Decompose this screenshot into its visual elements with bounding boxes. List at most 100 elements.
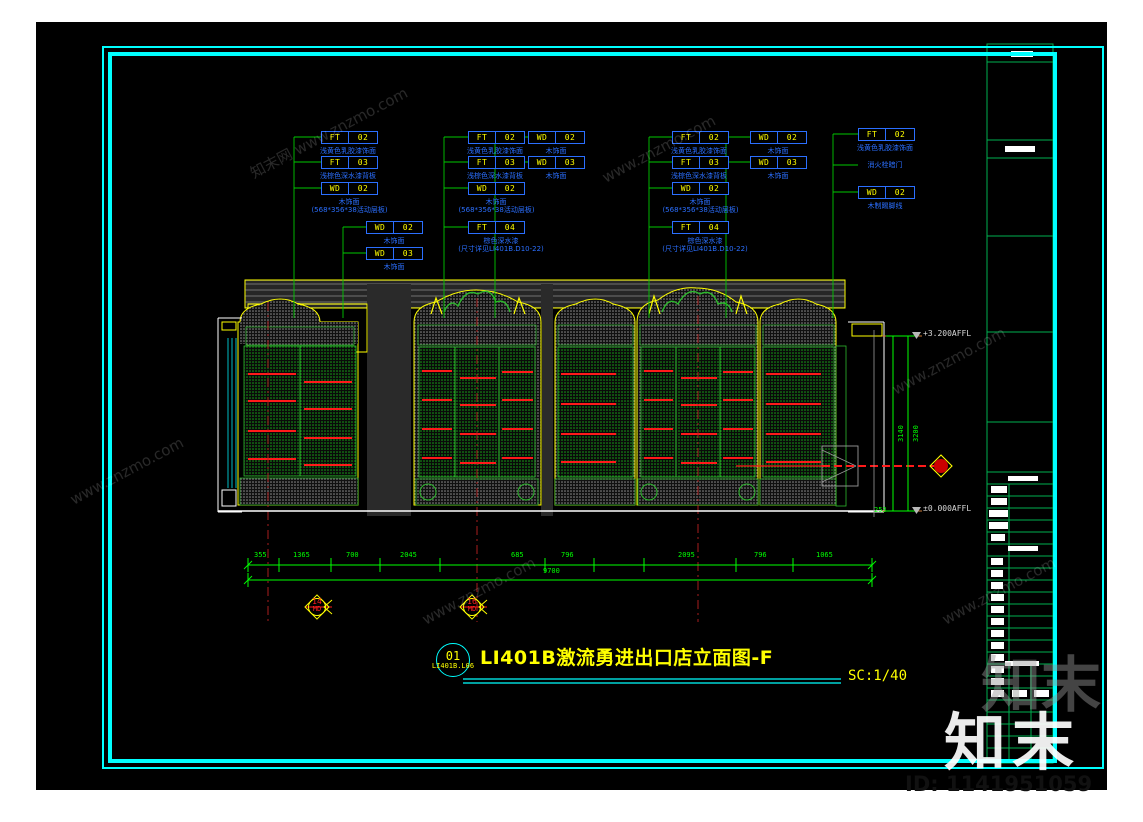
level-label: ±0.000AFFL [923, 504, 972, 513]
tag-note-sub: (尺寸详见LI401B.D10-22) [458, 245, 544, 253]
material-tag[interactable]: WD 03 [528, 156, 585, 169]
tag-note: 木饰面 [338, 198, 360, 206]
material-tag[interactable]: WD 02 [672, 182, 729, 195]
tag-note: 浅黄色乳胶漆饰面 [857, 144, 913, 152]
tag-note: 浅黄色乳胶漆饰面 [671, 147, 727, 155]
dimension-small: 253 [874, 506, 887, 514]
detail-bubble[interactable]: 01 LI401B.L06 [432, 643, 474, 677]
tag-note: 木饰面 [689, 198, 711, 206]
tag-number: 03 [402, 249, 414, 258]
tag-code: WD [367, 222, 394, 233]
tag-code: WD [529, 157, 556, 168]
dimension-value: 1065 [816, 551, 833, 559]
material-tag[interactable]: FT 02 [858, 128, 915, 141]
tag-note: 木制踢脚线 [867, 202, 903, 210]
dimension-value: 1365 [293, 551, 310, 559]
tag-number: 02 [357, 133, 369, 142]
dimension-value: 700 [346, 551, 359, 559]
tag-note: 木饰面 [767, 147, 789, 155]
material-tag[interactable]: WD 02 [468, 182, 525, 195]
scale-label: SC:1/40 [848, 668, 908, 684]
material-tag[interactable]: FT 04 [468, 221, 525, 234]
cad-screenshot: FT 02 浅黄色乳胶漆饰面 FT 03 浅棕色深水漆背板 WD 02 木饰面 … [0, 0, 1143, 822]
tag-number: 04 [708, 223, 720, 232]
tag-number: 02 [564, 133, 576, 142]
detail-number: 01 [445, 649, 461, 663]
material-tag[interactable]: WD 02 [750, 131, 807, 144]
tag-note-sub: (568*356*38活动层板) [458, 206, 535, 214]
dimension-value: 796 [561, 551, 574, 559]
dimension-value: 355 [254, 551, 267, 559]
detail-sheet: LI401B.L06 [431, 662, 475, 670]
tag-number: 03 [357, 158, 369, 167]
tag-note: 木饰面 [767, 172, 789, 180]
material-tag[interactable]: WD 02 [321, 182, 378, 195]
section-marker-sheet: MD [467, 605, 477, 613]
material-tag[interactable]: WD 03 [750, 156, 807, 169]
dimension-vertical: 3200 [912, 425, 920, 442]
tag-note: 木饰面 [383, 263, 405, 271]
material-tag[interactable]: FT 02 [468, 131, 525, 144]
tag-code: FT [673, 222, 700, 233]
tag-number: 02 [708, 133, 720, 142]
tag-note: 木饰面 [383, 237, 405, 245]
material-tag[interactable]: WD 02 [528, 131, 585, 144]
material-tag[interactable]: WD 03 [366, 247, 423, 260]
tag-note: 浅棕色深水漆背板 [671, 172, 727, 180]
material-tag[interactable]: WD 02 [858, 186, 915, 199]
tag-note-fire-hose-door: 消火栓暗门 [867, 161, 903, 169]
tag-code: WD [469, 183, 496, 194]
tag-code: WD [529, 132, 556, 143]
tag-number: 02 [402, 223, 414, 232]
material-tag[interactable]: FT 03 [321, 156, 378, 169]
tag-code: WD [673, 183, 700, 194]
section-marker-sheet: MD [312, 605, 322, 613]
tag-code: FT [322, 157, 349, 168]
tag-code: FT [469, 222, 496, 233]
watermark-brand: 知末 [944, 706, 1081, 779]
dimension-value: 2095 [678, 551, 695, 559]
dimension-value: 796 [754, 551, 767, 559]
tag-note: 浅黄色乳胶漆饰面 [320, 147, 376, 155]
tag-note-sub: (568*356*38活动层板) [311, 206, 388, 214]
image-id-caption: ID: 1141951059 [905, 772, 1093, 796]
tag-note: 棕色深水漆 [687, 237, 723, 245]
tag-number: 02 [504, 133, 516, 142]
tag-number: 04 [504, 223, 516, 232]
page-title: LI401B激流勇进出口店立面图-F [480, 647, 774, 669]
dimension-value: 685 [511, 551, 524, 559]
tag-number: 02 [894, 188, 906, 197]
tag-code: WD [859, 187, 886, 198]
tag-number: 02 [708, 184, 720, 193]
tag-code: FT [673, 132, 700, 143]
level-label: +3.200AFFL [923, 329, 972, 338]
tag-note: 木饰面 [485, 198, 507, 206]
tag-note: 棕色深水漆 [483, 237, 519, 245]
tag-number: 02 [786, 133, 798, 142]
tag-number: 02 [504, 184, 516, 193]
tag-number: 02 [357, 184, 369, 193]
dimension-value: 2045 [400, 551, 417, 559]
material-tag[interactable]: WD 02 [366, 221, 423, 234]
material-tag[interactable]: FT 02 [672, 131, 729, 144]
tag-code: FT [673, 157, 700, 168]
material-tag[interactable]: FT 02 [321, 131, 378, 144]
tag-number: 03 [504, 158, 516, 167]
tag-code: FT [469, 132, 496, 143]
tag-number: 02 [894, 130, 906, 139]
section-marker[interactable]: 16 MD [459, 594, 485, 620]
material-tag[interactable]: FT 03 [672, 156, 729, 169]
tag-note: 木饰面 [545, 172, 567, 180]
material-tag[interactable]: FT 03 [468, 156, 525, 169]
section-marker[interactable]: 14 MD [304, 594, 330, 620]
tag-number: 03 [564, 158, 576, 167]
tag-code: FT [469, 157, 496, 168]
cad-canvas: FT 02 浅黄色乳胶漆饰面 FT 03 浅棕色深水漆背板 WD 02 木饰面 … [36, 22, 1107, 790]
material-tag[interactable]: FT 04 [672, 221, 729, 234]
tag-code: FT [322, 132, 349, 143]
tag-code: FT [859, 129, 886, 140]
tag-number: 03 [786, 158, 798, 167]
dimension-vertical: 3140 [897, 425, 905, 442]
tag-code: WD [751, 132, 778, 143]
tag-note: 浅棕色深水漆背板 [320, 172, 376, 180]
